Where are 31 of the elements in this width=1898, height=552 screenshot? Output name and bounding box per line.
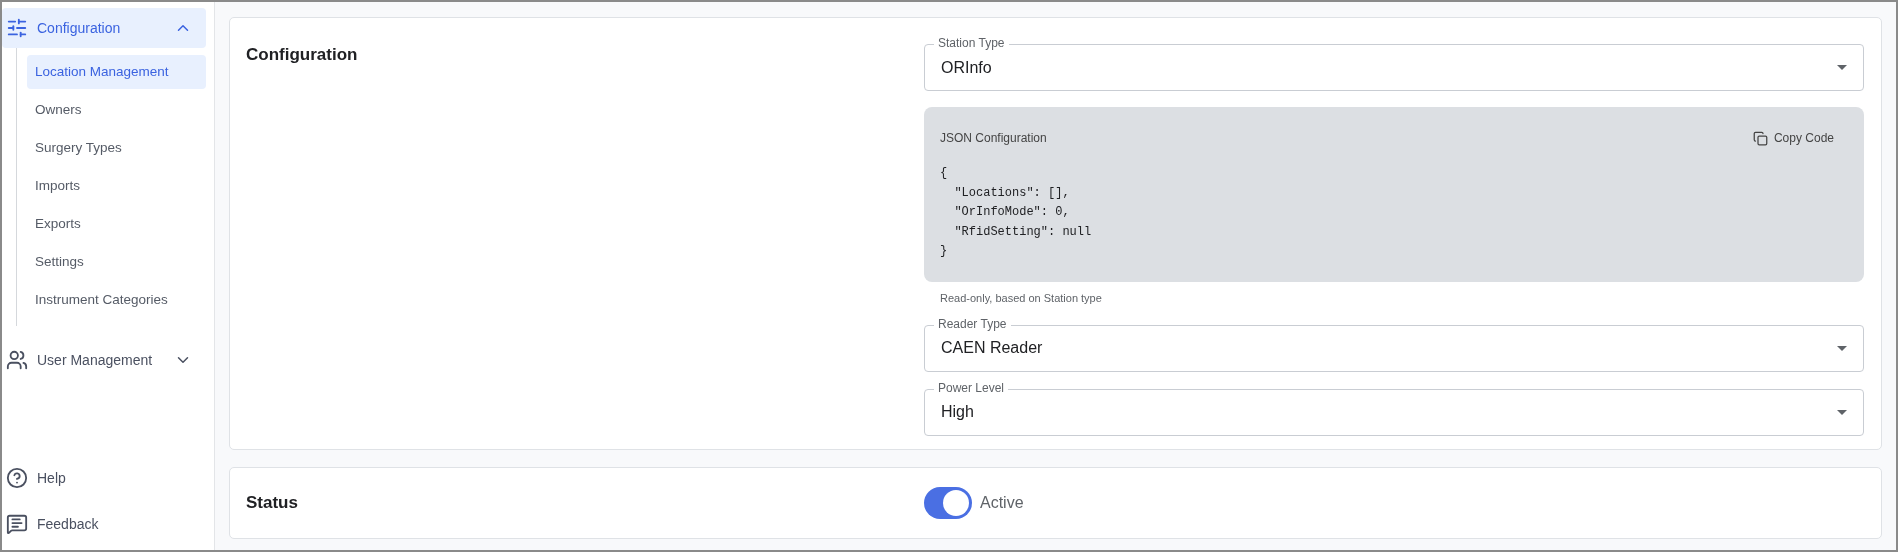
helper-text: Read-only, based on Station type xyxy=(940,291,1103,306)
field-value: CAEN Reader xyxy=(941,338,1044,358)
nav-item[interactable]: Instrument Categories xyxy=(27,283,206,317)
section-title: Configuration xyxy=(246,45,358,64)
field-label: Station Type xyxy=(934,35,1009,51)
nav-item[interactable]: Imports xyxy=(27,169,206,203)
nav-item[interactable]: Exports xyxy=(27,207,206,241)
section-title: Status xyxy=(246,493,298,513)
nav-item[interactable]: Surgery Types xyxy=(27,131,206,165)
nav-link[interactable]: Feedback xyxy=(2,504,206,544)
nav-link[interactable]: Help xyxy=(2,458,206,498)
field-value: High xyxy=(941,402,975,422)
code-panel-title: JSON Configuration xyxy=(940,130,1047,147)
nav-item[interactable]: Location Management xyxy=(27,55,206,89)
help-icon xyxy=(6,467,28,489)
copy-icon xyxy=(1752,130,1768,146)
nav-group[interactable]: Configuration xyxy=(2,8,206,48)
copy-code-button[interactable]: Copy Code xyxy=(1752,129,1848,147)
nav-item[interactable]: Settings xyxy=(27,245,206,279)
dropdown-arrow-icon xyxy=(1837,345,1847,351)
code-text: { "Locations": [], "OrInfoMode": 0, "RfidSetting": null } xyxy=(940,165,1093,260)
field-value: ORInfo xyxy=(941,57,993,78)
dropdown-arrow-icon xyxy=(1837,65,1847,70)
nav-group[interactable]: User Management xyxy=(2,340,206,380)
sliders-icon xyxy=(6,17,28,39)
people-icon xyxy=(6,349,28,371)
dropdown-arrow-icon xyxy=(1837,409,1847,415)
chat-icon xyxy=(6,513,28,535)
toggle-label: Active xyxy=(980,493,1024,513)
toggle-switch[interactable] xyxy=(924,487,972,519)
nav-item[interactable]: Owners xyxy=(27,93,206,127)
